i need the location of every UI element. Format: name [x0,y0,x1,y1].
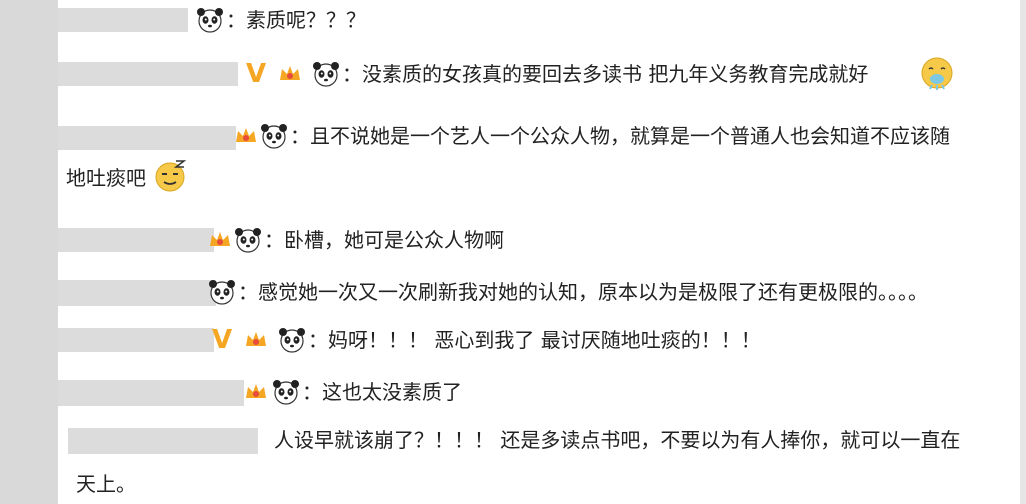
comment-8: 人设早就该崩了？！！！ 还是多读点书吧，不要以为有人捧你，就可以一直在 天上。 [58,426,1020,504]
redacted-username [58,328,214,352]
redacted-username [58,8,188,32]
vomit-emoji [921,57,953,90]
panda-icon [261,124,287,149]
panda-icon [235,228,261,253]
right-gray-strip [1020,0,1026,504]
crown-badge-icon [246,332,266,346]
panda-icon [313,62,339,87]
comment-text: ：妈呀！！！ 恶心到我了 最讨厌随地吐痰的！！！ [308,328,761,352]
comment-2: V ：没素质的女孩真的要回去多读书 把九年义务教育完成就好 [58,50,1020,100]
redacted-username [58,380,244,406]
crown-badge-icon [246,384,266,398]
comment-text-continued: 地吐痰吧 [66,166,146,190]
dizzy-emoji [155,160,187,192]
comment-1: ：素质呢？？？ [58,0,1020,40]
redacted-username [58,280,216,306]
redacted-username [58,62,238,86]
panda-icon [279,328,305,353]
vip-v-badge: V [212,325,233,355]
panda-icon [273,380,299,405]
comment-text: ：没素质的女孩真的要回去多读书 把九年义务教育完成就好 [342,62,869,86]
crown-badge-icon [210,232,230,246]
comment-4: ：卧槽，她可是公众人物啊 [58,222,1020,262]
comment-text: ：卧槽，她可是公众人物啊 [264,228,504,252]
left-gray-strip [0,0,58,504]
comment-text: ：素质呢？？？ [226,8,366,32]
comment-text: 人设早就该崩了？！！！ 还是多读点书吧，不要以为有人捧你，就可以一直在 [274,428,961,452]
redacted-username [58,126,236,150]
crown-badge-icon [280,66,300,80]
comment-text: ：这也太没素质了 [302,380,462,404]
comment-text: ：且不说她是一个艺人一个公众人物，就算是一个普通人也会知道不应该随 [290,124,950,148]
comment-3: ：且不说她是一个艺人一个公众人物，就算是一个普通人也会知道不应该随 地吐痰吧 [58,112,1020,202]
comment-text: ：感觉她一次又一次刷新我对她的认知，原本以为是极限了还有更极限的。。。。 [238,280,928,304]
comment-text-continued: 天上。 [76,472,136,496]
vip-v-badge: V [246,59,267,89]
panda-icon [197,8,223,33]
crown-badge-icon [236,128,256,142]
redacted-username [58,228,214,252]
panda-icon [209,280,235,305]
redacted-username [68,428,258,454]
comment-5: ：感觉她一次又一次刷新我对她的认知，原本以为是极限了还有更极限的。。。。 [58,276,1020,316]
comment-7: ：这也太没素质了 [58,376,1020,416]
comment-6: V ：妈呀！！！ 恶心到我了 最讨厌随地吐痰的！！！ [58,324,1020,364]
